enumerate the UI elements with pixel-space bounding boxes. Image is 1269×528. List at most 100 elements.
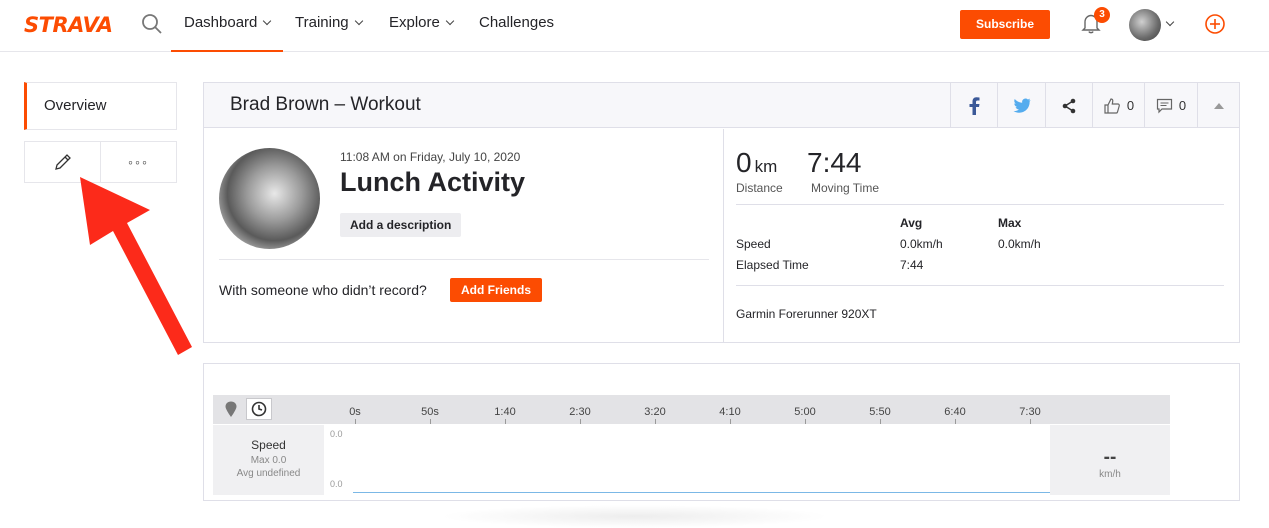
divider	[736, 285, 1224, 286]
bottom-shadow	[440, 505, 830, 528]
chevron-down-icon	[263, 16, 272, 26]
current-unit: km/h	[1099, 469, 1121, 480]
time-tick-mark	[355, 419, 356, 424]
plot-area	[353, 425, 1050, 495]
facebook-share-button[interactable]	[950, 83, 997, 128]
activity-header-title: Brad Brown – Workout	[230, 94, 421, 115]
speed-chart-plot[interactable]: 0.0 0.0	[324, 425, 1050, 495]
plus-circle-icon[interactable]	[1204, 13, 1226, 35]
thumbs-up-icon	[1104, 97, 1120, 114]
time-axis-bar: 0s 50s 1:40 2:30 3:20 4:10 5:00 5:50 6:40 7:30	[213, 395, 1170, 424]
speed-series-line	[353, 492, 1050, 493]
activity-panel: Brad Brown – Workout 0 0 11:08 AM on Fri…	[203, 82, 1240, 343]
nav-dashboard-label: Dashboard	[184, 14, 258, 31]
analysis-chart-panel: 0s 50s 1:40 2:30 3:20 4:10 5:00 5:50 6:40 7:30 Sp…	[203, 363, 1240, 501]
time-tick-mark	[955, 419, 956, 424]
y-axis-bottom-label: 0.0	[330, 479, 343, 489]
more-dots-icon: ◦◦◦	[128, 154, 149, 170]
comment-button[interactable]: 0	[1144, 83, 1197, 128]
add-friends-button[interactable]: Add Friends	[450, 278, 543, 302]
kudos-count: 0	[1126, 98, 1135, 113]
twitter-icon	[1013, 98, 1030, 113]
subscribe-button[interactable]: Subscribe	[960, 10, 1050, 39]
divider	[219, 259, 709, 260]
metric-avg: Avg undefined	[236, 468, 301, 479]
col-max-header: Max	[998, 216, 1022, 230]
speed-metric-box[interactable]: Speed Max 0.0 Avg undefined	[213, 425, 324, 495]
time-tick-label: 3:20	[644, 406, 666, 418]
pencil-icon	[54, 154, 71, 170]
speed-avg: 0.0km/h	[900, 237, 943, 251]
time-tick-label: 4:10	[719, 406, 741, 418]
time-tick-label: 6:40	[944, 406, 966, 418]
time-mode-button[interactable]	[246, 398, 272, 420]
metric-max: Max 0.0	[250, 455, 287, 466]
nav-training-label: Training	[295, 14, 349, 31]
time-tick-label: 0s	[349, 406, 361, 418]
col-avg-header: Avg	[900, 216, 923, 230]
chevron-down-icon	[354, 16, 363, 26]
clock-icon	[251, 401, 267, 417]
time-tick-label: 7:30	[1019, 406, 1041, 418]
speed-max: 0.0km/h	[998, 237, 1041, 251]
time-tick-mark	[580, 419, 581, 424]
share-icon	[1062, 98, 1076, 113]
search-icon[interactable]	[141, 13, 163, 35]
metric-name: Speed	[251, 438, 286, 452]
distance-unit: km	[754, 157, 778, 176]
caret-up-icon	[1213, 103, 1224, 109]
chevron-down-icon	[445, 16, 455, 26]
chevron-down-icon[interactable]	[1165, 17, 1175, 27]
top-navbar: STRAVA Dashboard Training Explore Challe…	[0, 0, 1269, 52]
time-tick-mark	[880, 419, 881, 424]
time-tick-label: 1:40	[494, 406, 516, 418]
activity-timestamp: 11:08 AM on Friday, July 10, 2020	[340, 150, 521, 164]
time-tick-label: 5:50	[869, 406, 891, 418]
distance-label: Distance	[736, 181, 783, 195]
comment-icon	[1156, 98, 1172, 113]
nav-challenges[interactable]: Challenges	[479, 0, 554, 52]
y-axis-top-label: 0.0	[330, 429, 343, 439]
add-description-button[interactable]: Add a description	[340, 213, 462, 237]
map-pin-icon	[225, 401, 237, 417]
activity-name: Lunch Activity	[340, 167, 526, 197]
time-tick-mark	[805, 419, 806, 424]
notification-badge: 3	[1094, 7, 1110, 23]
nav-training[interactable]: Training	[295, 0, 363, 52]
current-value: --	[1103, 447, 1117, 468]
speed-label: Speed	[736, 237, 771, 251]
distance-value: 0 km	[736, 147, 777, 179]
user-avatar[interactable]	[1129, 9, 1161, 41]
activity-summary: 11:08 AM on Friday, July 10, 2020 Lunch …	[204, 129, 724, 342]
activity-header: Brad Brown – Workout 0 0	[204, 83, 1239, 128]
nav-dashboard[interactable]: Dashboard	[171, 0, 283, 52]
divider	[736, 204, 1224, 205]
time-tick-mark	[505, 419, 506, 424]
nav-explore-label: Explore	[389, 14, 440, 31]
nav-challenges-label: Challenges	[479, 14, 555, 31]
time-tick-mark	[430, 419, 431, 424]
time-tick-mark	[1030, 419, 1031, 424]
nav-explore[interactable]: Explore	[389, 0, 455, 52]
activity-stats: 0 km 7:44 Distance Moving Time Avg Max Sp…	[724, 129, 1239, 342]
time-tick-label: 50s	[421, 406, 439, 418]
twitter-share-button[interactable]	[997, 83, 1045, 128]
sidebar-item-overview[interactable]: Overview	[24, 82, 177, 130]
time-tick-label: 5:00	[794, 406, 816, 418]
moving-time-value: 7:44	[807, 147, 862, 178]
moving-time-label: Moving Time	[811, 181, 880, 195]
kudos-button[interactable]: 0	[1092, 83, 1144, 128]
elapsed-time-label: Elapsed Time	[736, 258, 809, 272]
current-value-box: -- km/h	[1050, 425, 1170, 495]
device-name: Garmin Forerunner 920XT	[736, 307, 877, 321]
distance-number: 0	[736, 147, 752, 178]
time-tick-mark	[655, 419, 656, 424]
athlete-avatar[interactable]	[219, 148, 320, 249]
time-tick-mark	[730, 419, 731, 424]
share-button[interactable]	[1045, 83, 1092, 128]
collapse-button[interactable]	[1197, 83, 1239, 128]
red-arrow-annotation	[80, 177, 192, 355]
time-tick-label: 2:30	[569, 406, 591, 418]
distance-mode-button[interactable]	[218, 398, 244, 420]
strava-logo[interactable]: STRAVA	[24, 13, 113, 37]
